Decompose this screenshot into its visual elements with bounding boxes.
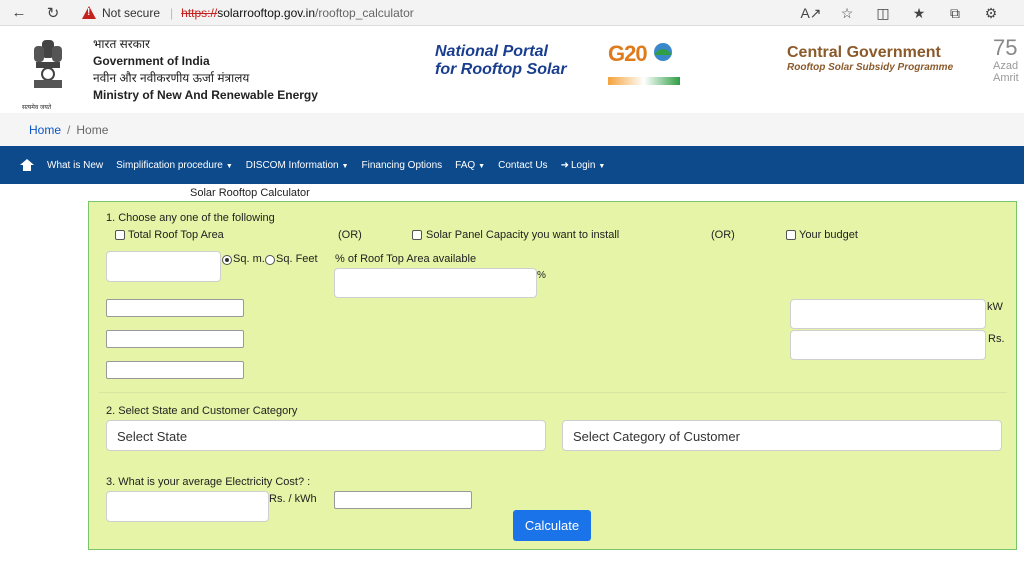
calculator-title: Solar Rooftop Calculator [190, 187, 310, 199]
gov-hindi: भारत सरकार [93, 37, 150, 51]
g20-text: G20 [608, 41, 648, 66]
electricity-result-field[interactable] [334, 491, 472, 509]
government-title: भारत सरकार Government of India नवीन और न… [93, 36, 318, 104]
result-field-2[interactable] [106, 330, 244, 348]
nav-contact[interactable]: Contact Us [498, 160, 547, 171]
azadi-number: 75 [993, 35, 1018, 60]
g20-lotus-icon [654, 43, 672, 61]
budget-label: Your budget [799, 229, 858, 241]
caret-down-icon: ▼ [341, 162, 349, 170]
warning-icon [82, 6, 96, 19]
central-govt-banner: Central Government Rooftop Solar Subsidy… [787, 44, 953, 73]
sqm-radio[interactable] [222, 255, 232, 265]
login-icon: ➜ [560, 159, 569, 171]
section-divider [99, 392, 1007, 393]
kw-unit-label: kW [987, 301, 1003, 313]
national-emblem-icon [34, 40, 62, 88]
caret-down-icon: ▼ [598, 162, 606, 170]
ministry-english: Ministry of New And Renewable Energy [93, 88, 318, 102]
extensions-icon[interactable]: ⚙ [980, 5, 1002, 22]
address-bar[interactable]: Not secure | https:// solarrooftop.gov.i… [82, 2, 862, 23]
electricity-cost-input[interactable] [106, 491, 269, 522]
g20-logo: G20 [608, 41, 688, 91]
sqm-label: Sq. m. [233, 253, 265, 265]
sqft-label: Sq. Feet [276, 253, 318, 265]
site-header: सत्यमेव जयते भारत सरकार Government of In… [0, 26, 1024, 113]
rs-unit-label: Rs. [988, 333, 1005, 345]
customer-category-select[interactable]: Select Category of Customer [562, 420, 1002, 451]
azadi-logo: 75 Azad Amrit [993, 35, 1019, 85]
emblem-caption: सत्यमेव जयते [22, 105, 52, 111]
azadi-line1: Azad [993, 60, 1019, 72]
azadi-line2: Amrit [993, 72, 1019, 84]
favorites-icon[interactable]: ★ [908, 5, 930, 22]
nav-whats-new[interactable]: What is New [47, 160, 103, 171]
step1-label: 1. Choose any one of the following [106, 212, 275, 224]
budget-input[interactable] [790, 330, 986, 360]
sqft-radio[interactable] [265, 255, 275, 265]
split-screen-icon[interactable]: ◫ [872, 5, 894, 22]
breadcrumb-separator: / [67, 123, 71, 137]
or-label-1: (OR) [338, 229, 362, 241]
breadcrumb: Home / Home [0, 113, 1024, 146]
caret-down-icon: ▼ [225, 162, 233, 170]
favorite-star-icon[interactable]: ☆ [836, 5, 858, 22]
nav-login[interactable]: ➜ Login ▼ [561, 160, 606, 171]
nav-simplification[interactable]: Simplification procedure ▼ [116, 160, 233, 171]
nav-discom[interactable]: DISCOM Information ▼ [246, 160, 349, 171]
calculate-button[interactable]: Calculate [513, 510, 591, 541]
collections-icon[interactable]: ⧉ [944, 5, 966, 22]
nav-financing[interactable]: Financing Options [362, 160, 443, 171]
percent-sign: % [537, 270, 546, 281]
nav-faq[interactable]: FAQ ▼ [455, 160, 485, 171]
url-path: /rooftop_calculator [315, 5, 414, 20]
security-label: Not secure [102, 5, 161, 20]
read-aloud-icon[interactable]: A↗ [800, 5, 822, 22]
result-field-1[interactable] [106, 299, 244, 317]
main-navbar: What is New Simplification procedure ▼ DI… [0, 146, 1024, 184]
breadcrumb-current: Home [76, 123, 109, 137]
home-icon[interactable] [20, 159, 34, 171]
g20-tagline-band [608, 77, 680, 85]
address-separator: | [170, 5, 174, 20]
roof-area-checkbox[interactable] [115, 230, 125, 240]
result-field-3[interactable] [106, 361, 244, 379]
portal-line2: for Rooftop Solar [435, 61, 567, 78]
url-scheme: https:// [181, 5, 218, 20]
capacity-kw-input[interactable] [790, 299, 986, 329]
portal-line1: National Portal [435, 43, 548, 60]
breadcrumb-home-link[interactable]: Home [29, 123, 61, 137]
roof-area-input[interactable] [106, 251, 221, 282]
nav-simplification-label: Simplification procedure [116, 159, 223, 171]
portal-logo[interactable]: National Portal for Rooftop Solar [435, 43, 567, 79]
browser-actions: A↗ ☆ ◫ ★ ⧉ ⚙ [800, 0, 1002, 26]
rs-per-kwh-label: Rs. / kWh [269, 493, 317, 505]
percent-area-label: % of Roof Top Area available [335, 253, 477, 265]
state-select[interactable]: Select State [106, 420, 546, 451]
ministry-hindi: नवीन और नवीकरणीय ऊर्जा मंत्रालय [93, 71, 250, 85]
gov-english: Government of India [93, 54, 210, 68]
capacity-checkbox[interactable] [412, 230, 422, 240]
roof-area-label: Total Roof Top Area [128, 229, 224, 241]
central-title: Central Government [787, 44, 941, 61]
caret-down-icon: ▼ [478, 162, 486, 170]
nav-discom-label: DISCOM Information [245, 159, 339, 171]
capacity-label: Solar Panel Capacity you want to install [426, 229, 620, 241]
budget-checkbox[interactable] [786, 230, 796, 240]
calculator-panel: 1. Choose any one of the following Total… [88, 201, 1017, 550]
step2-label: 2. Select State and Customer Category [106, 405, 298, 417]
central-subtitle: Rooftop Solar Subsidy Programme [787, 62, 954, 73]
or-label-2: (OR) [711, 229, 735, 241]
step3-label: 3. What is your average Electricity Cost… [106, 476, 311, 488]
percent-area-input[interactable] [334, 268, 537, 298]
url-host: solarrooftop.gov.in [217, 5, 316, 20]
nav-faq-label: FAQ [455, 159, 476, 171]
back-icon[interactable]: ← [6, 1, 32, 25]
browser-toolbar: ← ↻ Not secure | https:// solarrooftop.g… [0, 0, 1024, 26]
reload-icon[interactable]: ↻ [40, 1, 66, 25]
nav-login-label: Login [570, 159, 596, 171]
